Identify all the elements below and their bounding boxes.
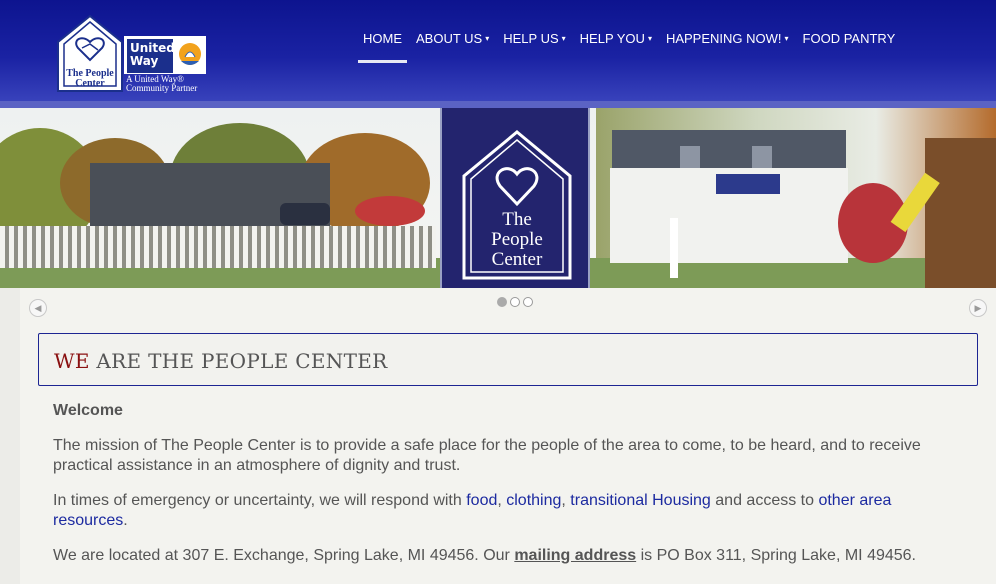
page-title-rest: ARE THE PEOPLE CENTER: [89, 349, 388, 373]
banner-fence: [0, 226, 436, 268]
chevron-down-icon: ▾: [561, 34, 566, 43]
nav-help-us[interactable]: HELP US ▾: [496, 28, 572, 64]
united-way-wordmark: United Way: [127, 39, 175, 73]
banner-flowers: [355, 196, 425, 226]
clothing-link[interactable]: clothing: [506, 492, 561, 509]
nav-happening-now[interactable]: HAPPENING NOW! ▾: [659, 28, 796, 64]
united-way-hand-icon: [175, 39, 205, 73]
uw-sub-line2: Community Partner: [126, 83, 198, 93]
banner-house-window: [680, 146, 700, 168]
chevron-down-icon: ▾: [784, 34, 789, 43]
site-logo[interactable]: The People Center United Way A United Wa…: [56, 14, 216, 96]
arrow-left-icon: ◀: [34, 303, 42, 313]
chevron-down-icon: ▾: [647, 34, 652, 43]
location-text-end: is PO Box 311, Spring Lake, MI 49456.: [636, 547, 916, 564]
services-sep: ,: [497, 492, 507, 509]
chevron-down-icon: ▾: [485, 34, 490, 43]
services-end: .: [123, 512, 128, 529]
services-text: and access to: [710, 492, 819, 509]
nav-home-label: HOME: [363, 31, 402, 46]
transitional-housing-link[interactable]: transitional Housing: [570, 492, 711, 509]
logo-text-line2: Center: [75, 78, 105, 89]
page-title-box: WE ARE THE PEOPLE CENTER: [38, 333, 978, 386]
nav-about-us-label: ABOUT US: [416, 31, 483, 46]
banner-house-roof: [612, 130, 846, 170]
services-text: In times of emergency or uncertainty, we…: [53, 492, 467, 509]
sign-text-line2: People: [491, 229, 543, 250]
united-way-badge: United Way: [124, 36, 206, 74]
main-nav: HOME ABOUT US ▾ HELP US ▾ HELP YOU ▾ HAPPEN…: [356, 28, 902, 68]
nav-happening-now-label: HAPPENING NOW!: [665, 31, 782, 46]
welcome-heading: Welcome: [53, 402, 123, 419]
slider-next-button[interactable]: ▶: [969, 299, 987, 317]
banner-car: [280, 203, 330, 225]
people-center-house-logo: The People Center: [57, 14, 123, 92]
banner-house-window: [752, 146, 772, 168]
uw-line2: Way: [130, 54, 159, 68]
mission-paragraph: The mission of The People Center is to p…: [53, 437, 921, 474]
banner-playset: [925, 138, 996, 288]
nav-help-you-label: HELP YOU: [579, 31, 645, 46]
nav-help-you[interactable]: HELP YOU ▾: [573, 28, 659, 64]
banner-porch-roof: [716, 174, 780, 194]
location-text: We are located at 307 E. Exchange, Sprin…: [53, 547, 515, 564]
banner-sign: The People Center: [440, 108, 590, 288]
nav-food-pantry-label: FOOD PANTRY: [802, 31, 896, 46]
banner-lamp-post: [670, 218, 678, 278]
united-way-partner-text: A United Way® Community Partner: [126, 75, 226, 93]
food-link[interactable]: food: [466, 492, 497, 509]
slider-dot-3[interactable]: [523, 297, 533, 307]
slider-dot-2[interactable]: [510, 297, 520, 307]
slider-dots: [497, 297, 533, 307]
sign-text-line3: Center: [492, 249, 543, 270]
services-sep: ,: [561, 492, 571, 509]
slider-prev-button[interactable]: ◀: [29, 299, 47, 317]
sign-house-icon: The People Center: [462, 130, 572, 280]
nav-home[interactable]: HOME: [356, 28, 409, 64]
page-title-accent: WE: [54, 349, 90, 373]
nav-food-pantry[interactable]: FOOD PANTRY: [796, 28, 903, 64]
page-title: WE ARE THE PEOPLE CENTER: [54, 349, 387, 373]
slider-dot-1[interactable]: [497, 297, 507, 307]
services-paragraph: In times of emergency or uncertainty, we…: [53, 491, 943, 531]
nav-help-us-label: HELP US: [503, 31, 559, 46]
location-paragraph: We are located at 307 E. Exchange, Sprin…: [53, 546, 943, 566]
sign-text-line1: The: [502, 209, 532, 230]
header-divider: [0, 101, 996, 108]
mailing-address-link[interactable]: mailing address: [514, 547, 636, 564]
slideshow-image: The People Center: [0, 108, 996, 288]
arrow-right-icon: ▶: [974, 303, 982, 313]
nav-about-us[interactable]: ABOUT US ▾: [409, 28, 496, 64]
